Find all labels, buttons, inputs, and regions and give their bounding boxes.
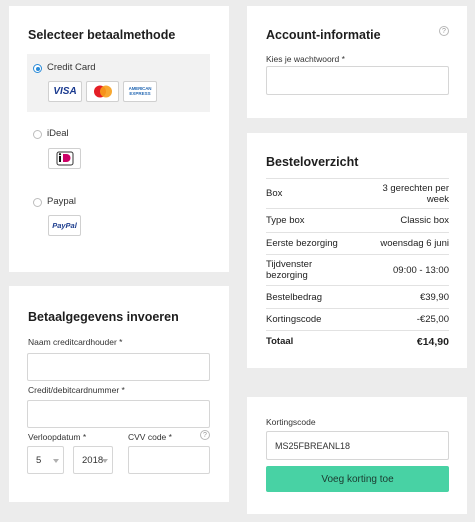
payment-method-title: Selecteer betaalmethode xyxy=(28,28,176,42)
discount-label: Kortingscode xyxy=(266,417,316,427)
order-summary-title: Besteloverzicht xyxy=(266,155,359,169)
cvv-help-icon[interactable]: ? xyxy=(200,430,210,440)
order-row-label: Tijdvenster bezorging xyxy=(266,259,313,281)
ideal-logo-icon xyxy=(48,148,81,169)
expiry-year-value: 2018 xyxy=(82,454,104,466)
order-row-value: 09:00 - 13:00 xyxy=(393,264,449,276)
radio-credit-card[interactable] xyxy=(33,64,42,73)
account-card: Account-informatie Kies je wachtwoord * xyxy=(247,6,467,118)
cvv-input[interactable] xyxy=(128,446,210,474)
order-row-value: €14,90 xyxy=(416,335,449,348)
expiry-year-select[interactable]: 2018 xyxy=(73,446,113,474)
order-row-box: Box 3 gerechten per week xyxy=(266,178,449,208)
chevron-down-icon xyxy=(102,459,108,463)
account-title: Account-informatie xyxy=(266,28,381,42)
expiry-label: Verloopdatum * xyxy=(28,432,87,442)
apply-discount-button[interactable]: Voeg korting toe xyxy=(266,466,449,492)
payment-method-card: Selecteer betaalmethode xyxy=(9,6,229,272)
account-help-icon[interactable]: ? xyxy=(439,26,449,36)
cardnumber-input[interactable] xyxy=(27,400,210,428)
order-row-total: Totaal €14,90 xyxy=(266,330,449,352)
discount-code-value: MS25FBREANL18 xyxy=(275,440,351,451)
option-ideal-label[interactable]: iDeal xyxy=(47,128,69,139)
order-row-label: Box xyxy=(266,188,283,199)
order-row-amount: Bestelbedrag €39,90 xyxy=(266,285,449,308)
cvv-label: CVV code * xyxy=(128,432,172,442)
order-row-label: Type box xyxy=(266,215,305,226)
discount-code-input[interactable]: MS25FBREANL18 xyxy=(266,431,449,460)
apply-discount-label: Voeg korting toe xyxy=(321,473,394,485)
order-row-value: Classic box xyxy=(400,215,449,226)
expiry-month-value: 5 xyxy=(36,454,42,466)
password-input[interactable] xyxy=(266,66,449,95)
order-row-discount: Kortingscode -€25,00 xyxy=(266,308,449,330)
option-paypal-label[interactable]: Paypal xyxy=(47,196,76,207)
mastercard-logo-icon xyxy=(86,81,119,102)
option-credit-card-label[interactable]: Credit Card xyxy=(47,62,96,73)
order-row-value: €39,90 xyxy=(419,291,449,303)
order-row-first-delivery: Eerste bezorging woensdag 6 juni xyxy=(266,232,449,254)
cardholder-input[interactable] xyxy=(27,353,210,381)
order-row-time-window: Tijdvenster bezorging 09:00 - 13:00 xyxy=(266,254,449,285)
order-row-value: 3 gerechten per week xyxy=(382,182,449,205)
paypal-logo-icon: PayPal xyxy=(48,215,81,236)
order-row-label: Kortingscode xyxy=(266,314,322,325)
order-row-value: woensdag 6 juni xyxy=(380,238,449,249)
cardholder-label: Naam creditcardhouder * xyxy=(28,337,123,347)
password-label: Kies je wachtwoord * xyxy=(266,54,345,64)
payment-details-title: Betaalgegevens invoeren xyxy=(28,310,179,324)
cardnumber-label: Credit/debitcardnummer * xyxy=(28,385,125,395)
chevron-down-icon xyxy=(53,459,59,463)
order-row-label: Eerste bezorging xyxy=(266,238,338,249)
amex-logo-icon: AMERICAN EXPRESS xyxy=(123,81,157,102)
order-row-label: Totaal xyxy=(266,336,294,347)
order-row-type: Type box Classic box xyxy=(266,208,449,232)
radio-paypal[interactable] xyxy=(33,198,42,207)
order-row-value: -€25,00 xyxy=(416,314,449,325)
radio-ideal[interactable] xyxy=(33,130,42,139)
visa-logo-icon: VISA xyxy=(48,81,82,102)
expiry-month-select[interactable]: 5 xyxy=(27,446,64,474)
order-row-label: Bestelbedrag xyxy=(266,291,322,303)
